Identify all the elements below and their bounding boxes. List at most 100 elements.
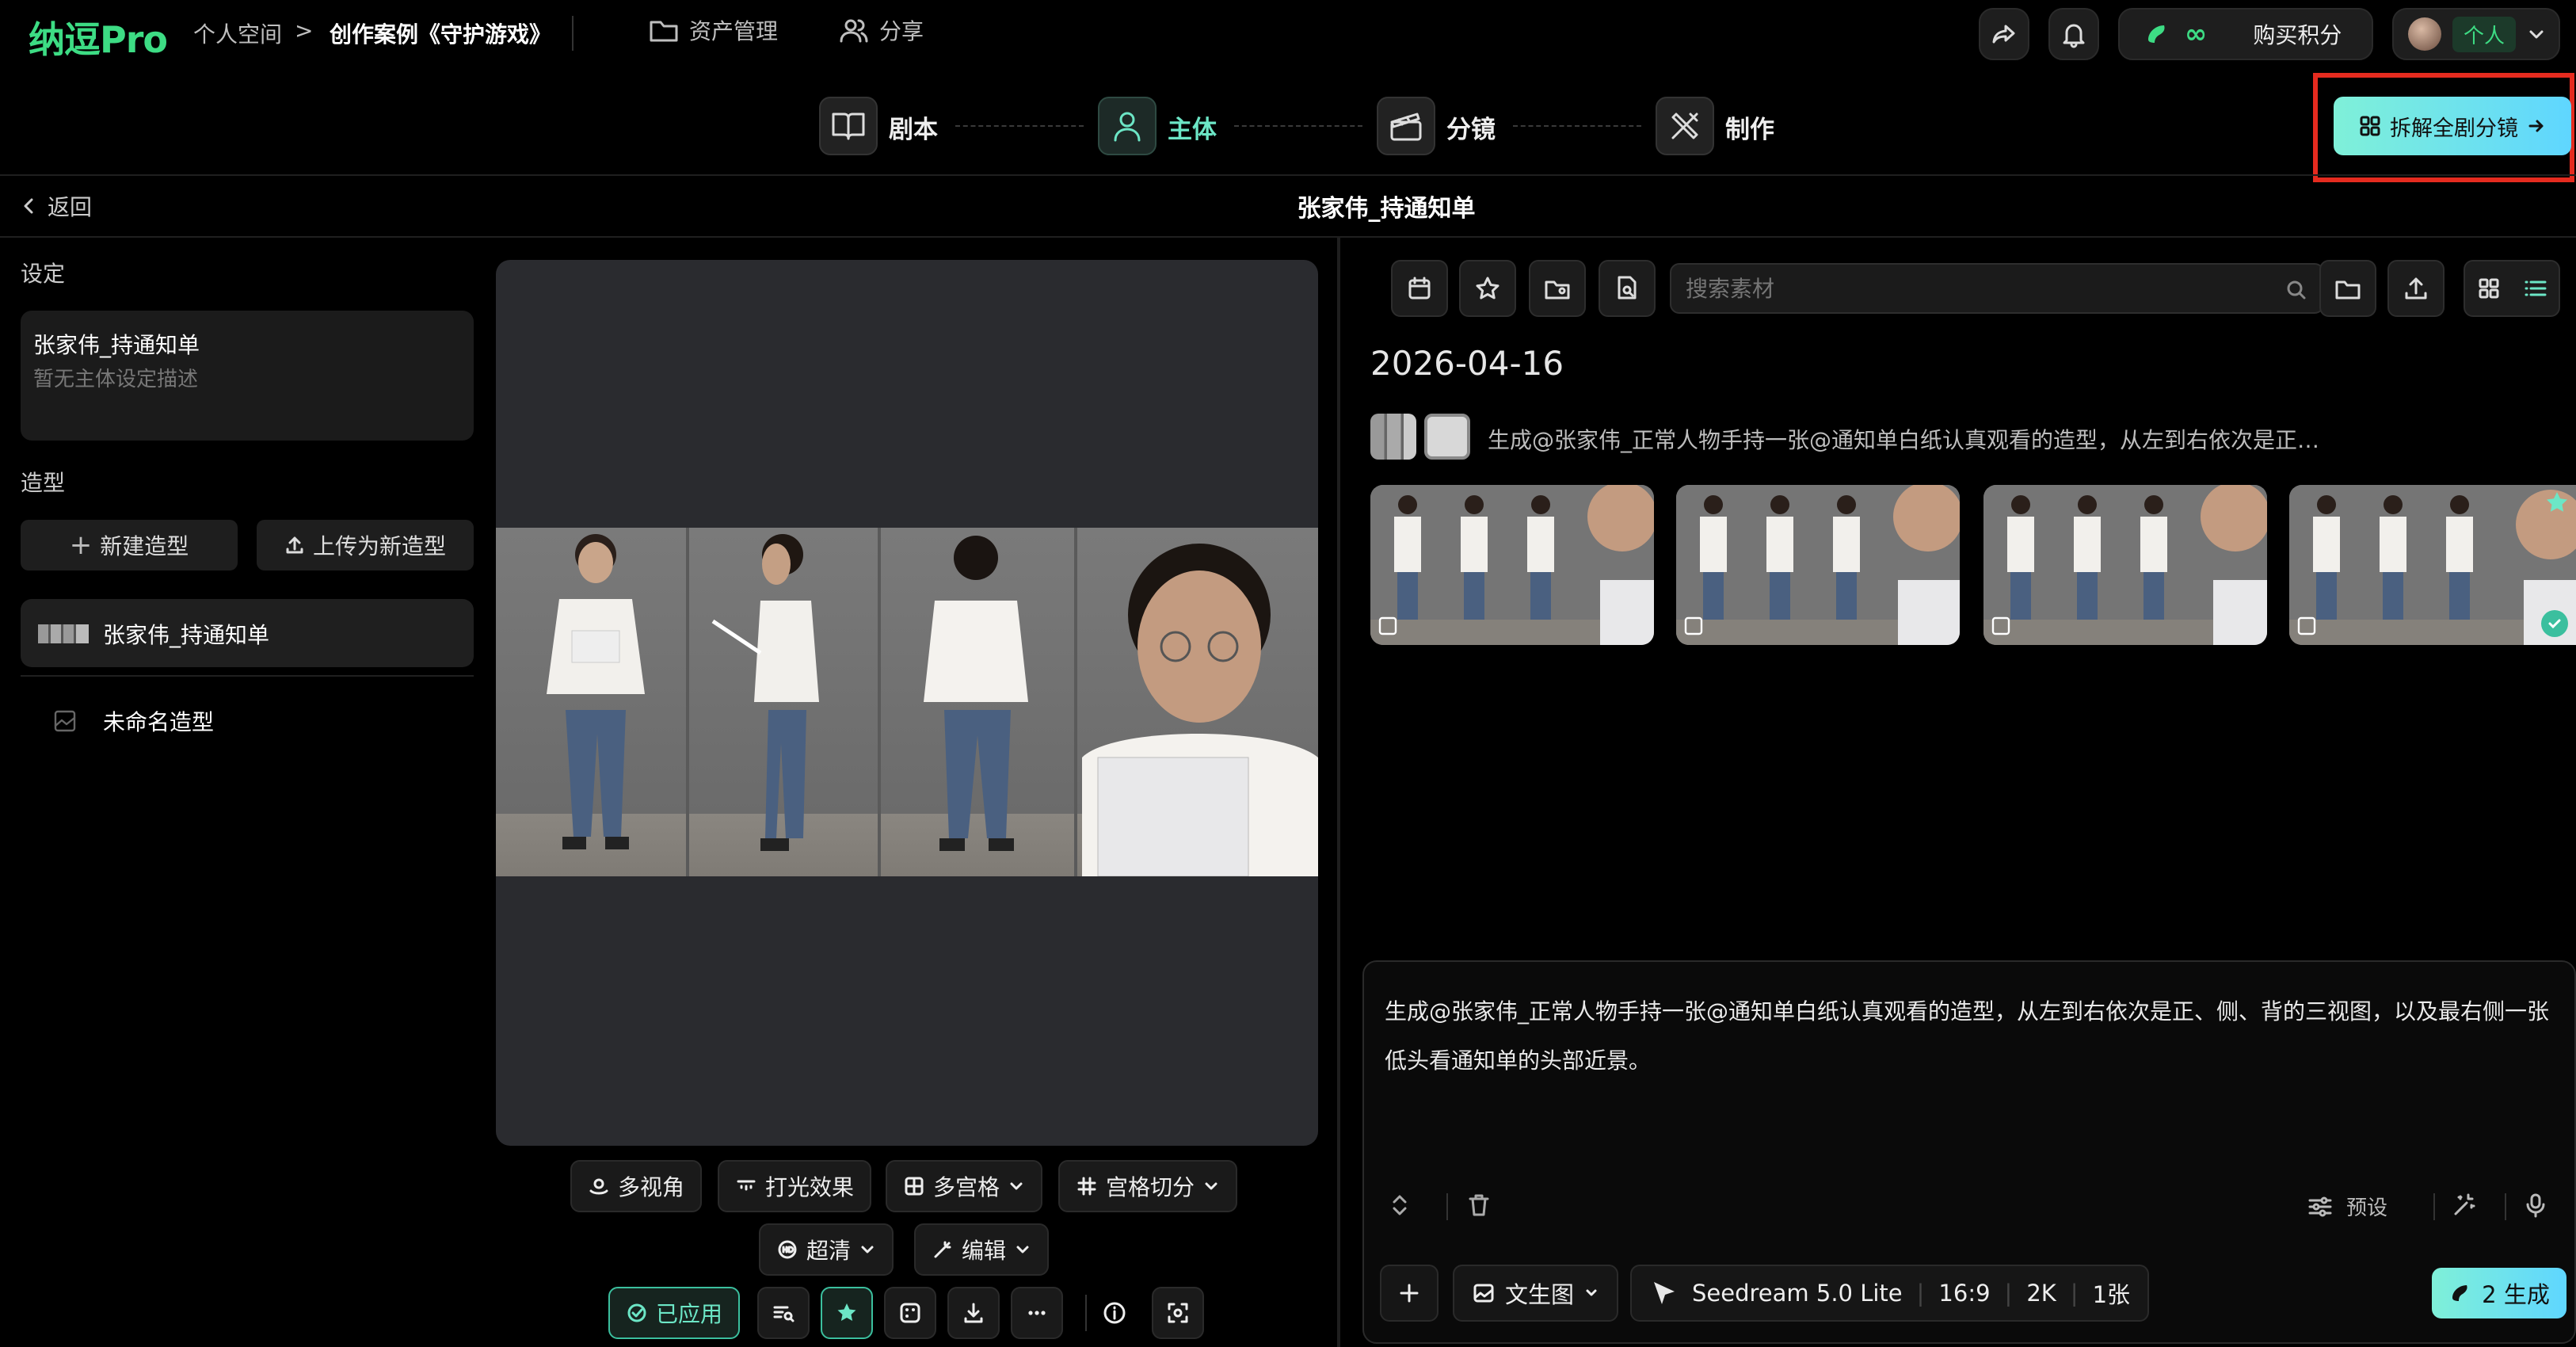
step-script-icon[interactable] (819, 97, 878, 155)
favorites-filter-button[interactable] (1459, 260, 1516, 317)
palette-button[interactable] (884, 1287, 936, 1339)
lighting-label: 打光效果 (765, 1174, 855, 1200)
file-search-button[interactable] (1599, 260, 1656, 317)
subject-card[interactable]: 张家伟_持通知单 暂无主体设定描述 (21, 311, 474, 441)
app-logo[interactable]: 纳逗Pro (29, 11, 168, 63)
account-label: 个人 (2452, 16, 2517, 52)
open-folder-button[interactable] (2319, 260, 2376, 317)
buy-credits-label[interactable]: 购买积分 (2253, 18, 2342, 50)
step-storyboard-icon[interactable] (1377, 97, 1435, 155)
favorite-star-icon (2544, 490, 2570, 515)
focus-icon (1168, 1303, 1188, 1323)
book-icon (832, 113, 865, 140)
step-subject-icon[interactable] (1098, 97, 1157, 155)
view-toggle[interactable] (2464, 260, 2560, 317)
preset-button[interactable]: 预设 (2307, 1192, 2387, 1221)
reference-thumb-person[interactable] (1370, 414, 1416, 460)
more-icon (1028, 1311, 1046, 1315)
grid-view-button[interactable] (2465, 261, 2513, 315)
style-item[interactable]: 未命名造型 (21, 686, 474, 754)
upload-button[interactable] (2387, 260, 2445, 317)
info-button[interactable] (1088, 1287, 1141, 1339)
model-label: Seedream 5.0 Lite (1692, 1280, 1903, 1307)
list-view-button[interactable] (2513, 261, 2559, 315)
lighting-button[interactable]: 打光效果 (718, 1160, 872, 1212)
split-storyboard-button[interactable]: 拆解全剧分镜 (2334, 97, 2571, 155)
voice-input-button[interactable] (2522, 1192, 2549, 1219)
applied-button[interactable]: 已应用 (608, 1287, 741, 1339)
result-thumbnail-selected[interactable] (2289, 485, 2576, 645)
thumbnail-image (1676, 485, 1960, 645)
step-script-label[interactable]: 剧本 (889, 109, 938, 145)
resolution-label: 2K (2026, 1280, 2056, 1307)
calendar-icon (1408, 277, 1431, 300)
calendar-filter-button[interactable] (1391, 260, 1448, 317)
generation-caption: 生成@张家伟_正常人物手持一张@通知单白纸认真观看的造型，从左到右依次是正… (1488, 427, 2320, 453)
focus-button[interactable] (1152, 1287, 1204, 1339)
folder-people-button[interactable] (1529, 260, 1586, 317)
assets-nav[interactable]: 资产管理 (648, 14, 778, 46)
folder-icon (650, 21, 678, 42)
multi-view-label: 多视角 (618, 1174, 685, 1200)
delete-button[interactable] (1465, 1192, 1492, 1219)
step-storyboard-label[interactable]: 分镜 (1446, 109, 1496, 145)
step-production-label[interactable]: 制作 (1725, 109, 1774, 145)
multi-view-button[interactable]: 多视角 (570, 1160, 703, 1212)
result-thumbnail[interactable] (1370, 485, 1654, 645)
upload-style-button[interactable]: 上传为新造型 (257, 520, 474, 570)
notification-button[interactable] (2048, 8, 2099, 60)
download-button[interactable] (947, 1287, 1000, 1339)
thumbnail-image (1983, 485, 2267, 645)
style-item-selected[interactable]: 张家伟_持通知单 (21, 599, 474, 667)
share-button[interactable] (1979, 8, 2029, 60)
add-reference-button[interactable] (1380, 1265, 1439, 1322)
share-nav[interactable]: 分享 (838, 14, 924, 46)
info-icon (1103, 1302, 1126, 1324)
grid-split-button[interactable]: 宫格切分 (1058, 1160, 1238, 1212)
step-subject-label[interactable]: 主体 (1168, 109, 1217, 145)
back-button[interactable]: 返回 (19, 190, 92, 222)
new-style-button[interactable]: + 新建造型 (21, 520, 238, 570)
multi-grid-button[interactable]: 多宫格 (886, 1160, 1043, 1212)
reference-thumb-paper[interactable] (1424, 414, 1470, 460)
forward-icon (1992, 25, 2015, 44)
generate-button[interactable]: 2 生成 (2432, 1268, 2566, 1318)
step-connector (1234, 125, 1362, 127)
preview-image[interactable] (496, 528, 1318, 876)
palette-icon (900, 1303, 920, 1323)
model-settings[interactable]: Seedream 5.0 Lite | 16:9 | 2K | 1张 (1630, 1265, 2150, 1322)
thumbnail-image (1370, 485, 1654, 645)
chevron-down-icon (2529, 30, 2544, 39)
search-detail-button[interactable] (757, 1287, 810, 1339)
plus-icon: + (69, 529, 93, 561)
account-menu[interactable]: 个人 (2392, 8, 2560, 60)
breadcrumb-project[interactable]: 创作案例《守护游戏》 (330, 17, 551, 49)
hd-button[interactable]: 超清 (759, 1223, 894, 1276)
download-icon (964, 1303, 983, 1323)
divider (572, 16, 574, 51)
edit-button[interactable]: 编辑 (914, 1223, 1050, 1276)
result-thumbnail[interactable] (1983, 485, 2267, 645)
chevron-down-icon (1586, 1289, 1597, 1296)
settings-heading: 设定 (21, 261, 66, 287)
applied-label: 已应用 (656, 1301, 723, 1327)
mode-select[interactable]: 文生图 (1453, 1265, 1619, 1322)
step-production-icon[interactable] (1656, 97, 1714, 155)
prompt-textarea[interactable]: 生成@张家伟_正常人物手持一张@通知单白纸认真观看的造型，从左到右依次是正、侧、… (1385, 987, 2557, 1086)
bell-icon (2063, 24, 2085, 48)
search-icon[interactable] (2284, 278, 2308, 302)
more-button[interactable] (1011, 1287, 1063, 1339)
hash-icon (1077, 1177, 1096, 1196)
credits-button[interactable]: ∞ 购买积分 (2118, 8, 2373, 60)
expand-button[interactable] (1386, 1192, 1413, 1219)
thumbnail-image (2289, 485, 2576, 645)
folder-open-icon (2335, 280, 2361, 300)
result-thumbnail[interactable] (1676, 485, 1960, 645)
search-box[interactable] (1670, 263, 2324, 314)
ai-enhance-button[interactable] (2451, 1192, 2478, 1219)
check-circle-icon (627, 1303, 646, 1322)
breadcrumb-space[interactable]: 个人空间 (193, 17, 282, 49)
preview-canvas[interactable] (496, 260, 1318, 1146)
search-input[interactable] (1686, 273, 2272, 304)
favorite-button[interactable] (821, 1287, 873, 1339)
